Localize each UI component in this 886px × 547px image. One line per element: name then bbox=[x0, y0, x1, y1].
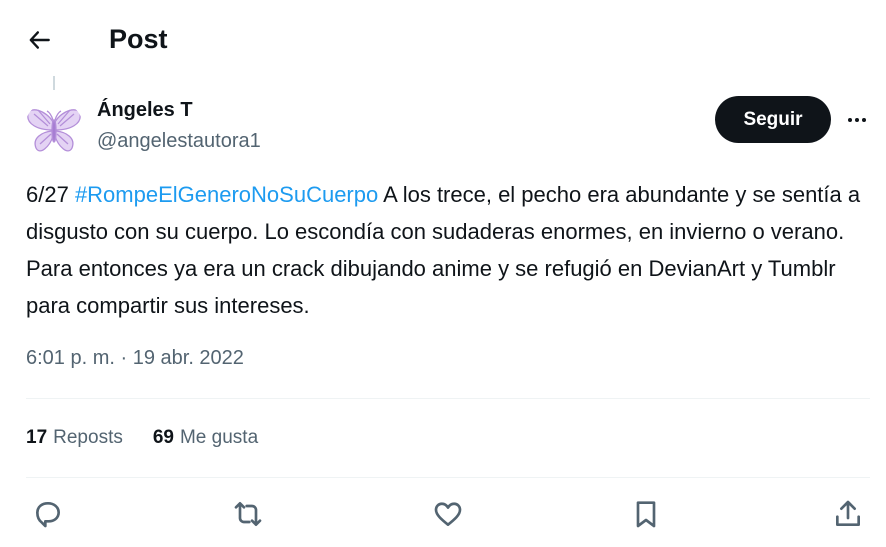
thread-line bbox=[53, 76, 55, 90]
follow-button[interactable]: Seguir bbox=[715, 96, 831, 143]
butterfly-icon bbox=[27, 109, 81, 152]
repost-button[interactable] bbox=[228, 494, 268, 534]
arrow-left-icon bbox=[29, 31, 50, 49]
author-handle[interactable]: @angelestautora1 bbox=[97, 128, 261, 154]
reposts-label: Reposts bbox=[53, 427, 123, 448]
share-icon bbox=[836, 500, 860, 526]
repost-icon bbox=[234, 502, 262, 526]
like-icon bbox=[434, 502, 462, 526]
likes-label: Me gusta bbox=[179, 427, 259, 448]
divider bbox=[26, 477, 870, 478]
share-button[interactable] bbox=[828, 494, 868, 534]
page-title: Post bbox=[109, 24, 168, 54]
author-name[interactable]: Ángeles T bbox=[97, 97, 193, 123]
more-dot bbox=[862, 118, 866, 122]
reposts-count: 17 bbox=[26, 427, 48, 448]
likes-count: 69 bbox=[152, 427, 174, 448]
reply-button[interactable] bbox=[28, 494, 68, 534]
reply-icon bbox=[36, 502, 60, 528]
reposts-stat[interactable]: 17 Reposts bbox=[26, 424, 123, 452]
hashtag-link[interactable]: #RompeElGeneroNoSuCuerpo bbox=[75, 182, 378, 207]
bookmark-button[interactable] bbox=[626, 494, 666, 534]
tweet-text: 6/27 #RompeElGeneroNoSuCuerpo A los trec… bbox=[26, 176, 866, 324]
likes-stat[interactable]: 69 Me gusta bbox=[153, 424, 258, 452]
like-button[interactable] bbox=[428, 494, 468, 534]
engagement-stats: 17 Reposts 69 Me gusta bbox=[26, 424, 258, 452]
back-button[interactable] bbox=[22, 22, 58, 58]
more-horizontal-icon bbox=[848, 118, 852, 122]
divider bbox=[26, 398, 870, 399]
header: Post bbox=[0, 0, 886, 80]
timestamp[interactable]: 6:01 p. m. · 19 abr. 2022 bbox=[26, 344, 244, 372]
tweet-prefix: 6/27 bbox=[26, 182, 75, 207]
bookmark-icon bbox=[636, 501, 656, 528]
more-dot bbox=[855, 118, 859, 122]
avatar[interactable] bbox=[24, 100, 84, 160]
more-options-button[interactable] bbox=[840, 105, 874, 135]
